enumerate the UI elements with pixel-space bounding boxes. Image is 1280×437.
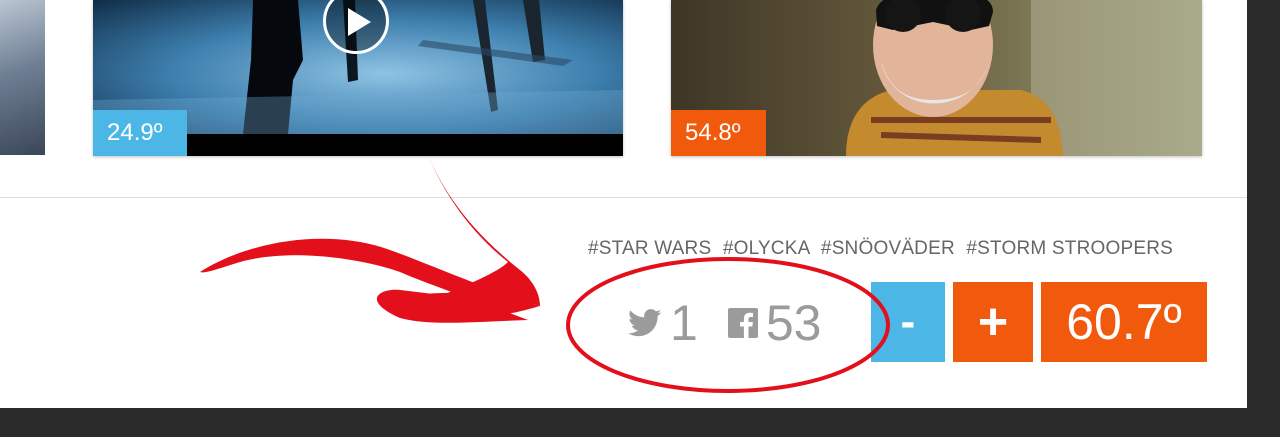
article-card-video[interactable]: 24.9º (93, 0, 623, 156)
play-icon (348, 8, 371, 36)
vote-up-button[interactable]: + (953, 282, 1033, 362)
thumbnail-partial-left[interactable] (0, 0, 45, 155)
tag-link[interactable]: #SNÖOVÄDER (821, 238, 955, 259)
article-card-photo[interactable]: 54.8º (671, 0, 1202, 156)
divider (0, 197, 1247, 198)
temperature-badge: 54.8º (671, 110, 766, 156)
temperature-badge: 24.9º (93, 110, 187, 156)
tag-link[interactable]: #OLYCKA (723, 238, 810, 259)
temperature-score: 60.7º (1041, 282, 1207, 362)
tag-link[interactable]: #STAR WARS (588, 238, 711, 259)
tag-link[interactable]: #STORM STROOPERS (966, 238, 1173, 259)
twitter-icon[interactable] (628, 309, 662, 337)
content-panel: 24.9º 54.8º #STAR WARS #OLYCKA #SNÖOVÄDE… (0, 0, 1247, 408)
twitter-count: 1 (670, 295, 698, 351)
facebook-icon[interactable] (727, 308, 758, 338)
tag-list: #STAR WARS #OLYCKA #SNÖOVÄDER #STORM STR… (588, 238, 1173, 260)
share-counts: 1 53 (628, 292, 821, 354)
vote-down-button[interactable]: - (871, 282, 945, 362)
facebook-count: 53 (765, 295, 822, 351)
